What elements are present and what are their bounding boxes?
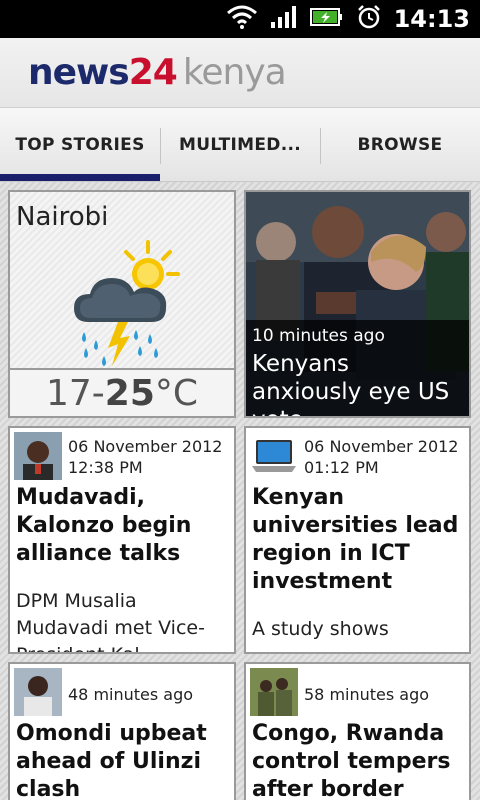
thunderstorm-sun-icon (70, 240, 180, 370)
featured-story-caption: 10 minutes ago Kenyans anxiously eye US … (246, 320, 469, 416)
story-date: 06 November 2012 12:38 PM (68, 437, 223, 477)
tab-bar: TOP STORIES MULTIMED... BROWSE (0, 108, 480, 182)
weather-temperature: 17- 25 °C (10, 368, 234, 416)
featured-story-headline: Kenyans anxiously eye US vote (252, 351, 450, 416)
story-card[interactable]: 58 minutes ago Congo, Rwanda control tem… (244, 662, 471, 800)
story-title: Kenyan universities lead region in ICT i… (252, 485, 459, 594)
app-logo[interactable]: news24 kenya (28, 50, 287, 96)
tab-browse[interactable]: BROWSE (320, 108, 480, 181)
story-card[interactable]: 48 minutes ago Omondi upbeat ahead of Ul… (8, 662, 236, 800)
featured-story-time: 10 minutes ago (252, 326, 385, 346)
story-card[interactable]: 06 November 2012 12:38 PM Mudavadi, Kalo… (8, 426, 236, 654)
stories-grid: Nairobi 17- 25 °C 10 minutes ago Kenyans… (0, 182, 480, 800)
weather-tile[interactable]: Nairobi 17- 25 °C (8, 190, 236, 418)
alarm-icon (356, 4, 382, 34)
story-date: 58 minutes ago (304, 685, 430, 704)
tab-multimedia[interactable]: MULTIMED... (160, 108, 320, 181)
story-date: 06 November 2012 01:12 PM (304, 437, 459, 477)
battery-charging-icon (309, 6, 344, 32)
story-title: Congo, Rwanda control tempers after bord… (252, 721, 451, 800)
status-bar: 14:13 (0, 0, 480, 38)
story-title: Omondi upbeat ahead of Ulinzi clash (16, 721, 207, 800)
app-header: news24 kenya (0, 38, 480, 108)
laptop-icon (250, 432, 298, 480)
story-summary: DPM Musalia Mudavadi met Vice-President … (16, 590, 205, 652)
story-card[interactable]: 06 November 2012 01:12 PM Kenyan univers… (244, 426, 471, 654)
featured-story-card[interactable]: 10 minutes ago Kenyans anxiously eye US … (244, 190, 471, 418)
story-date: 48 minutes ago (68, 685, 194, 704)
story-summary: A study shows (252, 618, 389, 640)
signal-icon (270, 5, 298, 33)
story-title: Mudavadi, Kalonzo begin alliance talks (16, 485, 192, 566)
wifi-icon (226, 5, 258, 33)
story-thumbnail (14, 432, 62, 480)
tab-top-stories[interactable]: TOP STORIES (0, 108, 160, 181)
clock: 14:13 (393, 5, 470, 33)
story-thumbnail (14, 668, 62, 716)
story-thumbnail (250, 668, 298, 716)
weather-city: Nairobi (16, 202, 109, 232)
